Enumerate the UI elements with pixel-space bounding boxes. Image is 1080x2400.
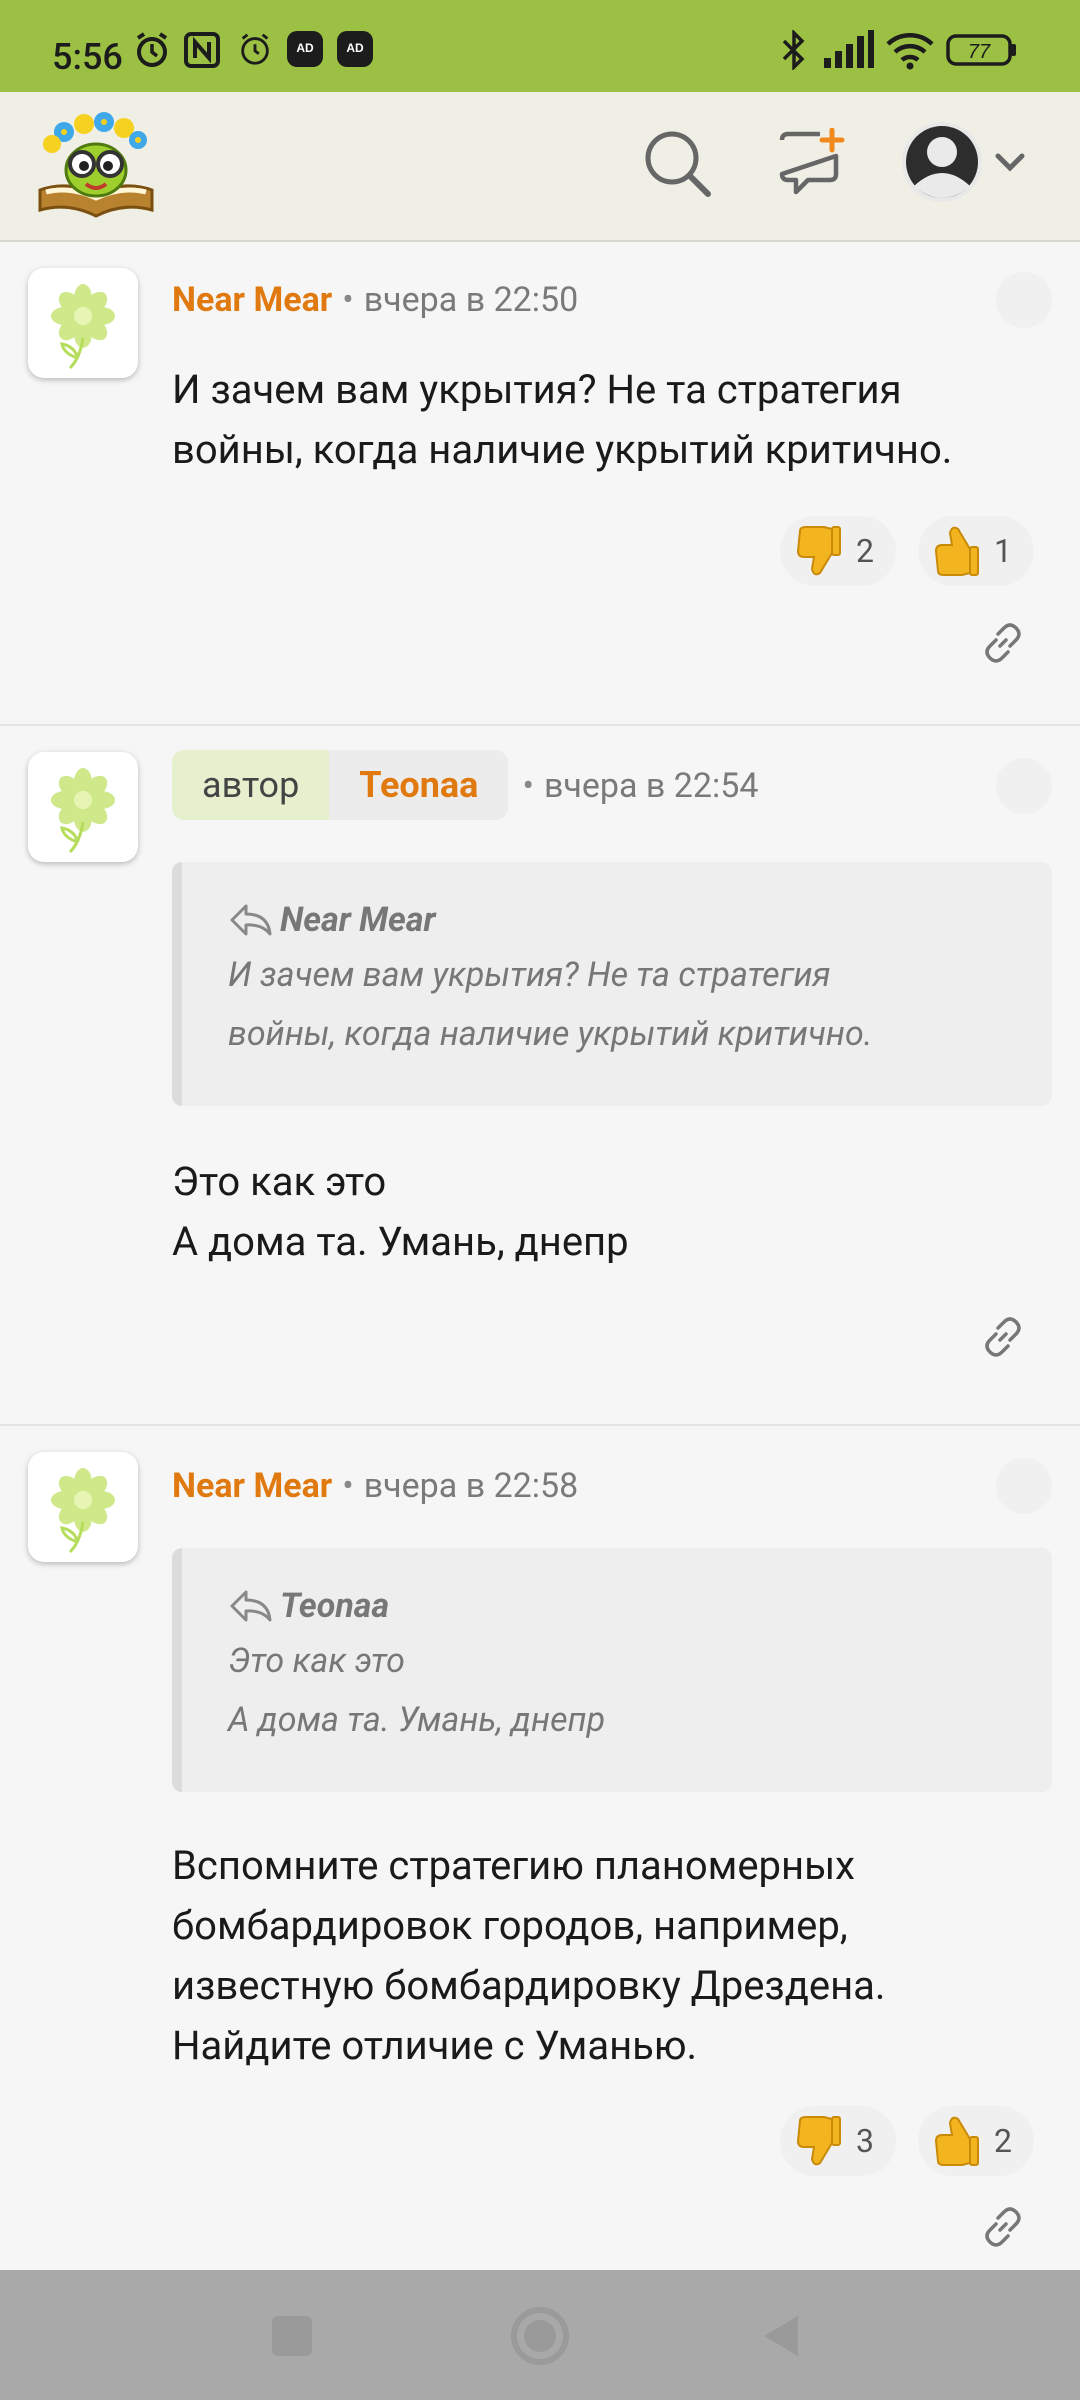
comment-time[interactable]: вчера в 22:54	[544, 766, 759, 806]
permalink-button[interactable]	[980, 1314, 1026, 1364]
alarm-icon	[132, 30, 172, 74]
comment-text-line: А дома та. Умань, днепр	[172, 1218, 629, 1265]
comment-menu-button[interactable]	[996, 272, 1052, 328]
comment-divider	[0, 1424, 1080, 1426]
back-icon	[764, 2316, 798, 2356]
meta-separator: •	[522, 766, 534, 806]
meta-separator: •	[342, 1466, 354, 1506]
meta-separator: •	[342, 280, 354, 320]
link-icon	[985, 623, 1021, 663]
quote-line: И зачем вам укрытия? Не та стратегия	[228, 955, 831, 995]
author-name[interactable]: Near Mear	[172, 280, 332, 320]
status-time: 5:56	[52, 36, 123, 78]
comment-text-line: И зачем вам укрытия? Не та стратегия	[172, 366, 902, 413]
quote-author: Near Mear	[228, 900, 1008, 940]
thumbs-down-icon	[796, 2116, 841, 2166]
dislike-button[interactable]: 2	[780, 516, 896, 586]
comment-menu-button[interactable]	[996, 758, 1052, 814]
ad-label: AD	[296, 41, 314, 55]
nfc-icon	[182, 30, 222, 74]
like-count: 1	[994, 532, 1012, 570]
author-name[interactable]: Near Mear	[172, 1466, 332, 1506]
quote-line: войны, когда наличие укрытий критично.	[228, 1014, 873, 1054]
author-name[interactable]: Teonaa	[329, 750, 509, 820]
quote-author: Teonaa	[228, 1586, 1008, 1626]
search-button[interactable]	[640, 126, 716, 206]
quote-text: Это как это А дома та. Умань, днепр	[228, 1632, 1008, 1750]
comment-text-line: войны, когда наличие укрытий критично.	[172, 426, 953, 473]
app-header	[0, 92, 1080, 242]
reply-icon	[230, 1590, 272, 1622]
wifi-icon	[886, 30, 934, 74]
avatar[interactable]	[28, 752, 138, 862]
search-icon	[645, 131, 711, 197]
profile-menu-button[interactable]	[900, 120, 1060, 208]
new-post-button[interactable]	[778, 127, 848, 202]
navigation-bar	[0, 2270, 1080, 2400]
battery-icon: 77	[946, 30, 1018, 74]
comment-divider	[0, 724, 1080, 726]
comment-time[interactable]: вчера в 22:58	[364, 1466, 579, 1506]
like-button[interactable]: 2	[918, 2106, 1034, 2176]
avatar[interactable]	[28, 1452, 138, 1562]
home-button[interactable]	[510, 2306, 570, 2370]
comment-text-line: бомбардировок городов, например,	[172, 1902, 848, 1949]
back-button[interactable]	[758, 2312, 806, 2364]
bluetooth-icon	[780, 28, 808, 74]
quote-author-name: Teonaa	[280, 1586, 390, 1626]
chevron-down-icon	[995, 153, 1025, 172]
recents-icon	[272, 2316, 312, 2356]
author-tag: автор	[172, 750, 330, 820]
home-icon	[511, 2307, 569, 2365]
quote-text: И зачем вам укрытия? Не та стратегия вой…	[228, 946, 1008, 1064]
link-icon	[985, 2207, 1021, 2247]
quote-line: Это как это	[228, 1641, 405, 1681]
dislike-button[interactable]: 3	[780, 2106, 896, 2176]
ad-blocker-icon: AD	[336, 30, 374, 72]
flower-icon	[51, 1468, 115, 1554]
permalink-button[interactable]	[980, 2204, 1026, 2254]
like-count: 2	[994, 2122, 1012, 2160]
quote-author-name: Near Mear	[280, 900, 436, 940]
comment-meta: Near Mear • вчера в 22:58	[172, 1466, 578, 1506]
thumbs-up-icon	[934, 2116, 979, 2166]
comment-text-line: Это как это	[172, 1158, 387, 1205]
quote-line: А дома та. Умань, днепр	[228, 1700, 606, 1740]
thumbs-down-icon	[796, 526, 841, 576]
dislike-count: 3	[856, 2122, 874, 2160]
permalink-button[interactable]	[980, 620, 1026, 670]
comment-meta: Near Mear • вчера в 22:50	[172, 280, 578, 320]
dislike-count: 2	[856, 532, 874, 570]
signal-icon	[822, 30, 874, 74]
comment-text-line: Вспомните стратегию планомерных	[172, 1842, 855, 1889]
quote-block: Teonaa Это как это А дома та. Умань, дне…	[172, 1548, 1052, 1792]
new-post-icon	[779, 127, 845, 195]
quote-block: Near Mear И зачем вам укрытия? Не та стр…	[172, 862, 1052, 1106]
avatar[interactable]	[28, 268, 138, 378]
link-icon	[985, 1317, 1021, 1357]
comment-time[interactable]: вчера в 22:50	[364, 280, 579, 320]
reply-icon	[230, 904, 272, 936]
comment-text: И зачем вам укрытия? Не та стратегия вой…	[172, 360, 1032, 480]
comment-text: Это как это А дома та. Умань, днепр	[172, 1152, 1032, 1272]
flower-icon	[51, 284, 115, 370]
comment-menu-button[interactable]	[996, 1458, 1052, 1514]
ad-label: AD	[346, 41, 364, 55]
flower-icon	[51, 768, 115, 854]
recents-button[interactable]	[270, 2314, 314, 2362]
status-bar: 5:56 AD AD 77	[0, 0, 1080, 92]
thumbs-up-icon	[934, 526, 979, 576]
profile-icon	[902, 122, 982, 202]
battery-level: 77	[968, 41, 991, 63]
like-button[interactable]: 1	[918, 516, 1034, 586]
alarm-clock-icon	[236, 30, 274, 72]
comment-meta: автор Teonaa • вчера в 22:54	[172, 750, 758, 820]
logo[interactable]	[34, 110, 158, 224]
comment-text-line: известную бомбардировку Дрездена.	[172, 1962, 886, 2009]
comment-text-line: Найдите отличие с Уманью.	[172, 2022, 698, 2069]
comment-text: Вспомните стратегию планомерных бомбарди…	[172, 1836, 1032, 2076]
ad-blocker-icon: AD	[286, 30, 324, 72]
